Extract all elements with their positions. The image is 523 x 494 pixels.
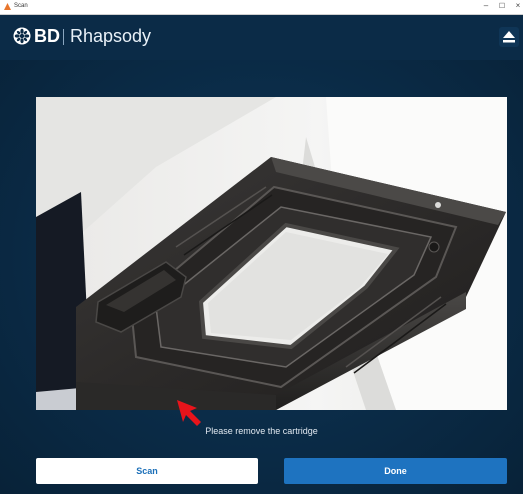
cartridge-tray-photo	[36, 97, 507, 410]
brand-name: BD	[34, 26, 60, 46]
main-panel: Please remove the cartridge Scan Done	[0, 60, 523, 494]
product-name: Rhapsody	[70, 26, 152, 46]
status-message: Please remove the cartridge	[205, 426, 318, 436]
header-divider	[63, 29, 64, 45]
app-header: BD Rhapsody	[0, 15, 523, 60]
eject-icon	[503, 31, 515, 43]
eject-button[interactable]	[499, 27, 519, 47]
app-icon	[4, 3, 11, 10]
bd-logo-icon	[13, 27, 31, 45]
maximize-button[interactable]: ☐	[496, 2, 508, 10]
window-title: Scan	[14, 3, 28, 9]
minimize-button[interactable]: –	[480, 1, 492, 10]
window-titlebar: Scan – ☐ ×	[0, 0, 523, 15]
tray-illustration	[36, 97, 507, 410]
done-button[interactable]: Done	[284, 458, 507, 484]
scan-button[interactable]: Scan	[36, 458, 258, 484]
close-button[interactable]: ×	[512, 1, 523, 10]
